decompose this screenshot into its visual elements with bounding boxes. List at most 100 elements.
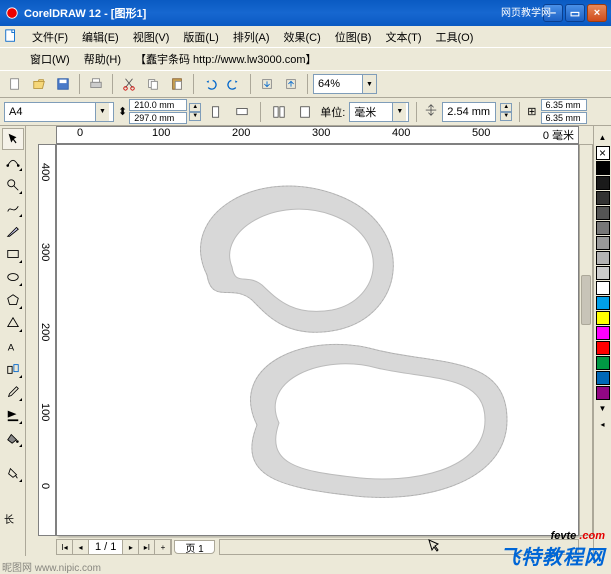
- menu-view[interactable]: 视图(V): [127, 27, 176, 47]
- menu-arrange[interactable]: 排列(A): [227, 27, 276, 47]
- import-button[interactable]: [256, 73, 278, 95]
- dup-x-input[interactable]: [542, 100, 586, 110]
- color-swatch[interactable]: [596, 386, 610, 400]
- ruler-tick: 0: [77, 127, 83, 139]
- canvas[interactable]: [56, 144, 579, 536]
- page-icon2[interactable]: [294, 101, 316, 123]
- ruler-horizontal[interactable]: 0 100 200 300 400 500 0 毫米: [56, 126, 579, 144]
- paper-height-input[interactable]: [130, 113, 186, 123]
- dup-y-input[interactable]: [542, 113, 586, 123]
- color-swatch[interactable]: [596, 341, 610, 355]
- page-last-button[interactable]: ▸I: [139, 540, 155, 554]
- open-button[interactable]: [28, 73, 50, 95]
- dims-spinner[interactable]: ▲▼: [189, 103, 201, 121]
- color-swatch[interactable]: [596, 251, 610, 265]
- menu-effects[interactable]: 效果(C): [278, 27, 327, 47]
- color-swatch[interactable]: [596, 236, 610, 250]
- new-button[interactable]: [4, 73, 26, 95]
- tagline-text: 飞特教程网: [500, 541, 605, 570]
- menu-tools[interactable]: 工具(O): [430, 27, 480, 47]
- palette-up-button[interactable]: ▲: [596, 130, 610, 144]
- scrollbar-thumb[interactable]: [581, 275, 591, 325]
- color-swatch[interactable]: [596, 296, 610, 310]
- zoom-input[interactable]: [314, 78, 362, 90]
- menu-edit[interactable]: 编辑(E): [76, 27, 125, 47]
- undo-button[interactable]: [199, 73, 221, 95]
- save-button[interactable]: [52, 73, 74, 95]
- portrait-button[interactable]: [205, 101, 227, 123]
- eyedropper-tool[interactable]: [2, 381, 24, 403]
- ruler-tick: 300: [312, 127, 330, 139]
- color-swatch[interactable]: [596, 176, 610, 190]
- color-swatch[interactable]: [596, 191, 610, 205]
- outline-tool[interactable]: [2, 404, 24, 426]
- menu-help[interactable]: 帮助(H): [78, 49, 127, 69]
- color-swatch[interactable]: [596, 206, 610, 220]
- units-input[interactable]: [350, 106, 392, 118]
- chevron-down-icon[interactable]: ▼: [362, 75, 376, 93]
- no-fill-swatch[interactable]: [596, 146, 610, 160]
- color-swatch[interactable]: [596, 281, 610, 295]
- ruler-vertical[interactable]: 400 300 200 100 0: [38, 144, 56, 536]
- print-button[interactable]: [85, 73, 107, 95]
- redo-button[interactable]: [223, 73, 245, 95]
- maximize-button[interactable]: ▭: [565, 4, 585, 22]
- page-add-button[interactable]: +: [155, 540, 171, 554]
- chevron-down-icon[interactable]: ▼: [392, 103, 406, 121]
- page-tab[interactable]: 页 1: [174, 540, 214, 554]
- cut-button[interactable]: [118, 73, 140, 95]
- polygon-tool[interactable]: [2, 289, 24, 311]
- page-prev-button[interactable]: ◂: [73, 540, 89, 554]
- title-bar: CorelDRAW 12 - [图形1] 网页教学网 – ▭ ×: [0, 0, 611, 26]
- page-first-button[interactable]: I◂: [57, 540, 73, 554]
- nudge-input[interactable]: [443, 106, 495, 118]
- menu-extra[interactable]: 【蠢宇条码 http://www.lw3000.com】: [129, 49, 323, 69]
- freehand-tool[interactable]: [2, 197, 24, 219]
- color-swatch[interactable]: [596, 311, 610, 325]
- drawing-shape[interactable]: [107, 155, 527, 515]
- separator: [193, 74, 194, 94]
- color-swatch[interactable]: [596, 356, 610, 370]
- color-swatch[interactable]: [596, 161, 610, 175]
- close-button[interactable]: ×: [587, 4, 607, 22]
- chevron-down-icon[interactable]: ▼: [95, 103, 109, 121]
- interactive-fill-tool[interactable]: [2, 462, 24, 484]
- menu-bitmaps[interactable]: 位图(B): [329, 27, 378, 47]
- menu-text[interactable]: 文本(T): [379, 27, 427, 47]
- shape-tool[interactable]: [2, 151, 24, 173]
- svg-text:A: A: [7, 342, 14, 353]
- ruler-tick: 200: [232, 127, 250, 139]
- ellipse-tool[interactable]: [2, 266, 24, 288]
- menu-file[interactable]: 文件(F): [26, 27, 74, 47]
- export-button[interactable]: [280, 73, 302, 95]
- landscape-button[interactable]: [231, 101, 253, 123]
- color-swatch[interactable]: [596, 371, 610, 385]
- blend-tool[interactable]: [2, 358, 24, 380]
- menu-layout[interactable]: 版面(L): [177, 27, 224, 47]
- vertical-scrollbar[interactable]: [579, 144, 593, 536]
- palette-expand-button[interactable]: ◂: [596, 417, 610, 431]
- color-swatch[interactable]: [596, 326, 610, 340]
- menu-window[interactable]: 窗口(W): [24, 49, 76, 69]
- zoom-tool[interactable]: [2, 174, 24, 196]
- fill-tool[interactable]: [2, 427, 24, 449]
- page-next-button[interactable]: ▸: [123, 540, 139, 554]
- palette-down-button[interactable]: ▼: [596, 401, 610, 415]
- nudge-spinner[interactable]: ▲▼: [500, 103, 512, 121]
- units-combo[interactable]: ▼: [349, 102, 409, 122]
- rectangle-tool[interactable]: [2, 243, 24, 265]
- zoom-combo[interactable]: ▼: [313, 74, 377, 94]
- smart-tool[interactable]: [2, 220, 24, 242]
- paper-size-combo[interactable]: ▼: [4, 102, 114, 122]
- paste-button[interactable]: [166, 73, 188, 95]
- pick-tool[interactable]: [2, 128, 24, 150]
- canvas-area: 0 100 200 300 400 500 0 毫米 400 300 200 1…: [26, 126, 593, 556]
- color-swatch[interactable]: [596, 266, 610, 280]
- copy-button[interactable]: [142, 73, 164, 95]
- color-swatch[interactable]: [596, 221, 610, 235]
- basic-shapes-tool[interactable]: [2, 312, 24, 334]
- page-icon[interactable]: [268, 101, 290, 123]
- text-tool[interactable]: A: [2, 335, 24, 357]
- paper-width-input[interactable]: [130, 100, 186, 110]
- paper-size-input[interactable]: [5, 106, 95, 118]
